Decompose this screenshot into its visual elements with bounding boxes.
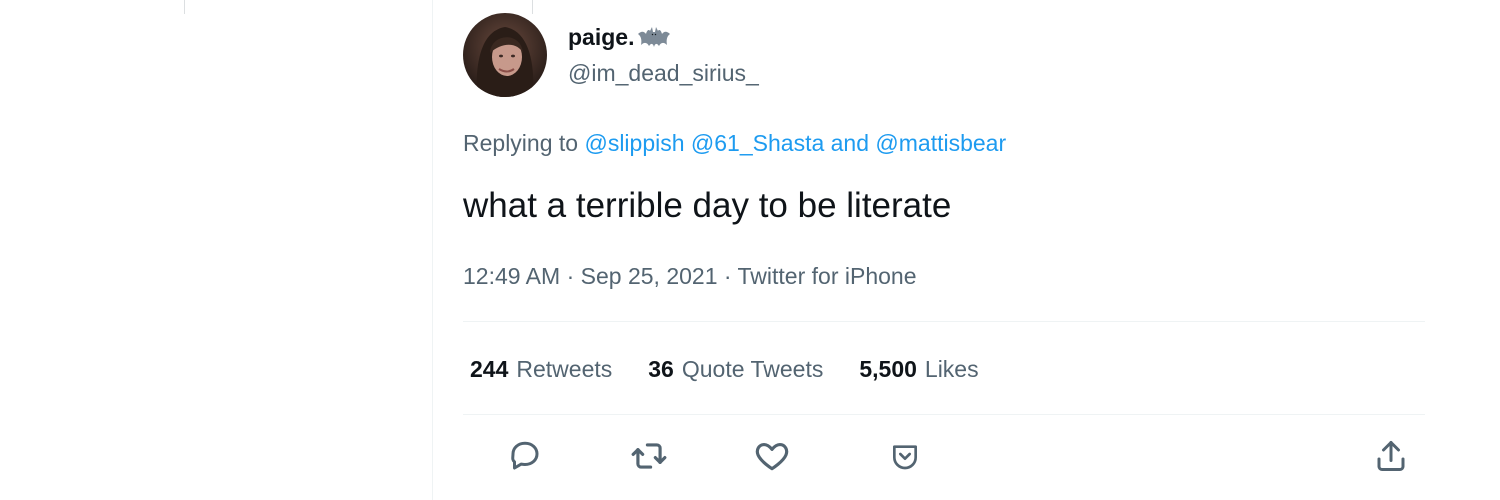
user-handle[interactable]: @im_dead_sirius_ [568, 58, 759, 88]
divider [463, 321, 1425, 322]
mention-link[interactable]: @61_Shasta [691, 130, 824, 156]
share-button[interactable] [1371, 436, 1411, 476]
retweets-count: 244 [470, 356, 509, 382]
tweet-time[interactable]: 12:49 AM [463, 263, 560, 289]
downvote-button[interactable] [885, 436, 925, 476]
likes-stat[interactable]: 5,500 Likes [859, 354, 978, 384]
tweet-detail: paige. @im_dead_sirius_ Replying to @sli… [433, 0, 1500, 500]
left-column [0, 0, 432, 500]
bat-icon [637, 25, 671, 49]
retweet-button[interactable] [629, 436, 669, 476]
tweet-meta: 12:49 AM · Sep 25, 2021 · Twitter for iP… [463, 261, 917, 291]
replying-to: Replying to @slippish @61_Shasta and @ma… [463, 128, 1006, 158]
quote-tweets-count: 36 [648, 356, 674, 382]
display-name-text: paige. [568, 24, 635, 50]
reply-icon [511, 441, 539, 470]
mention-link[interactable]: @mattisbear [875, 130, 1006, 156]
like-button[interactable] [752, 436, 792, 476]
mention-link[interactable]: @slippish [584, 130, 684, 156]
likes-label: Likes [924, 356, 979, 382]
quote-tweets-stat[interactable]: 36 Quote Tweets [648, 354, 823, 384]
divider [463, 414, 1425, 415]
quote-tweets-label: Quote Tweets [681, 356, 824, 382]
retweets-stat[interactable]: 244 Retweets [470, 354, 612, 384]
meta-separator: · [566, 263, 575, 289]
left-column-edge-line [184, 0, 185, 14]
meta-separator: · [723, 263, 732, 289]
tweet-text: what a terrible day to be literate [463, 186, 952, 225]
retweet-icon [631, 443, 667, 469]
avatar[interactable] [463, 13, 547, 97]
retweets-label: Retweets [516, 356, 613, 382]
tweet-date[interactable]: Sep 25, 2021 [581, 263, 718, 289]
share-icon [1377, 441, 1405, 471]
downvote-icon [893, 445, 917, 470]
tweet-stats: 244 Retweets 36 Quote Tweets 5,500 Likes [470, 354, 979, 384]
like-icon [755, 443, 789, 471]
likes-count: 5,500 [859, 356, 917, 382]
display-name[interactable]: paige. [568, 22, 671, 52]
reply-button[interactable] [505, 436, 545, 476]
tweet-source[interactable]: Twitter for iPhone [738, 263, 917, 289]
mention-connector: and [830, 130, 870, 156]
replying-to-prefix: Replying to [463, 130, 579, 156]
